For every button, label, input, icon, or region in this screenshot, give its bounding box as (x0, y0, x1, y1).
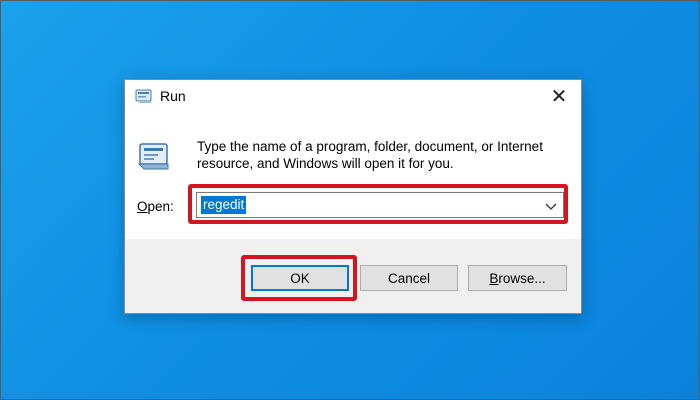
cancel-button[interactable]: Cancel (360, 265, 458, 291)
ok-button[interactable]: OK (251, 265, 349, 291)
open-label-accesskey: O (137, 199, 148, 214)
browse-accesskey: B (489, 270, 499, 286)
open-input[interactable]: regedit (201, 196, 247, 214)
close-icon: ✕ (550, 86, 568, 108)
open-label: Open: (137, 199, 174, 214)
close-button[interactable]: ✕ (537, 80, 581, 113)
instruction-text: Type the name of a program, folder, docu… (197, 139, 543, 171)
run-icon (135, 88, 153, 104)
open-combobox[interactable]: regedit (196, 192, 564, 218)
dialog-title: Run (160, 88, 186, 104)
browse-button-label: rowse... (498, 270, 546, 286)
run-icon (137, 141, 171, 171)
browse-button[interactable]: Browse... (468, 265, 567, 291)
chevron-down-icon[interactable] (543, 198, 559, 214)
title-bar[interactable]: Run ✕ (125, 80, 581, 113)
run-dialog: Run ✕ Type the name of a program, folder… (124, 79, 582, 314)
ok-button-label: OK (290, 270, 310, 286)
open-label-rest: pen: (147, 199, 174, 214)
cancel-button-label: Cancel (387, 270, 431, 286)
